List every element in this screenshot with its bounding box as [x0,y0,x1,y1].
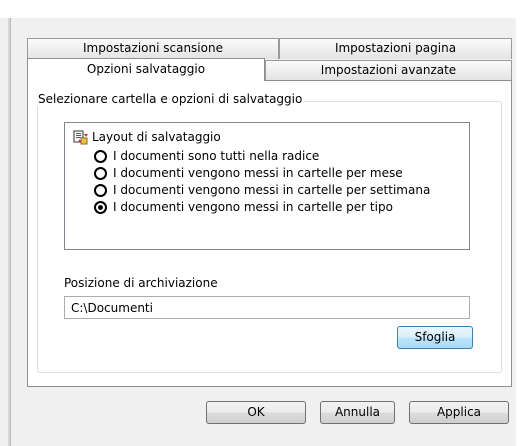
tab-impostazioni-scansione[interactable]: Impostazioni scansione [27,38,279,59]
tab-label: Impostazioni avanzate [320,63,457,77]
archive-location-input[interactable] [64,296,470,319]
option-label: I documenti vengono messi in cartelle pe… [113,166,403,180]
tab-label: Impostazioni pagina [334,41,457,55]
option-label: I documenti vengono messi in cartelle pe… [113,183,431,197]
tab-impostazioni-pagina[interactable]: Impostazioni pagina [279,38,512,59]
tab-label: Opzioni salvataggio [86,62,206,76]
tab-impostazioni-avanzate[interactable]: Impostazioni avanzate [265,60,512,80]
cancel-button[interactable]: Annulla [320,401,395,424]
window-left-border-shadow [10,18,11,446]
window-right-strip [516,0,520,446]
browse-button[interactable]: Sfoglia [397,326,473,349]
settings-dialog: Impostazioni scansione Impostazioni pagi… [0,0,520,446]
radio-button[interactable] [94,167,107,180]
radio-button[interactable] [94,184,107,197]
tab-panel: Selezionare cartella e opzioni di salvat… [27,80,512,387]
ok-button[interactable]: OK [206,401,306,424]
option-label: I documenti vengono messi in cartelle pe… [113,200,393,214]
radio-button[interactable] [94,150,107,163]
tab-opzioni-salvataggio[interactable]: Opzioni salvataggio [27,58,265,81]
archive-location-label: Posizione di archiviazione [64,276,218,290]
radio-button-selected[interactable] [94,201,107,214]
folder-layout-icon [73,130,88,145]
radio-dot-icon [98,205,103,210]
window-top-strip [0,0,520,18]
apply-button[interactable]: Applica [409,401,509,424]
option-label: I documenti sono tutti nella radice [113,149,320,163]
save-layout-title: Layout di salvataggio [92,130,221,144]
save-layout-list: Layout di salvataggio I documenti sono t… [64,122,470,250]
group-caption: Selezionare cartella e opzioni di salvat… [36,92,305,106]
tab-label: Impostazioni scansione [83,41,223,55]
